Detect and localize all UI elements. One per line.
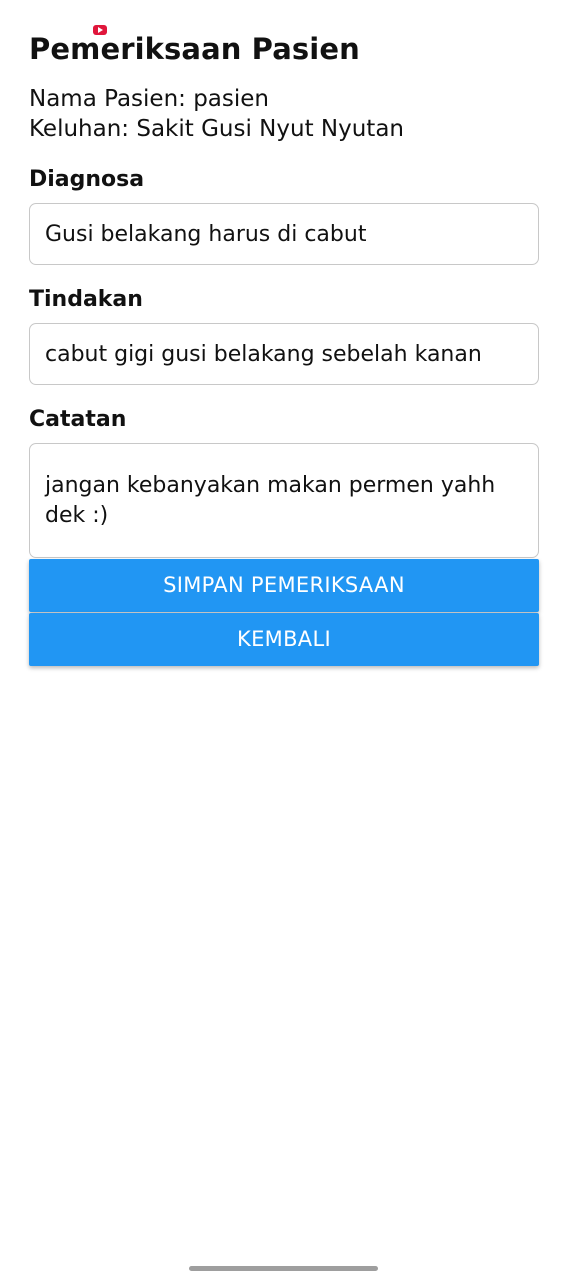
screen: Pemeriksaan Pasien Nama Pasien: pasien K…	[0, 0, 567, 1280]
patient-info: Nama Pasien: pasien Keluhan: Sakit Gusi …	[29, 84, 539, 144]
exam-form-container: Pemeriksaan Pasien Nama Pasien: pasien K…	[29, 28, 539, 666]
catatan-label: Catatan	[29, 407, 127, 432]
patient-name: Nama Pasien: pasien	[29, 86, 269, 112]
home-indicator[interactable]	[189, 1266, 378, 1271]
diagnosa-input[interactable]	[29, 203, 539, 265]
page-title: Pemeriksaan Pasien	[29, 32, 360, 66]
catatan-textarea[interactable]: jangan kebanyakan makan permen yahh dek …	[29, 443, 539, 558]
back-button[interactable]: KEMBALI	[29, 613, 539, 666]
save-examination-button[interactable]: SIMPAN PEMERIKSAAN	[29, 559, 539, 612]
tindakan-label: Tindakan	[29, 287, 143, 312]
tindakan-input[interactable]	[29, 323, 539, 385]
diagnosa-label: Diagnosa	[29, 167, 145, 192]
patient-complaint: Keluhan: Sakit Gusi Nyut Nyutan	[29, 116, 404, 142]
